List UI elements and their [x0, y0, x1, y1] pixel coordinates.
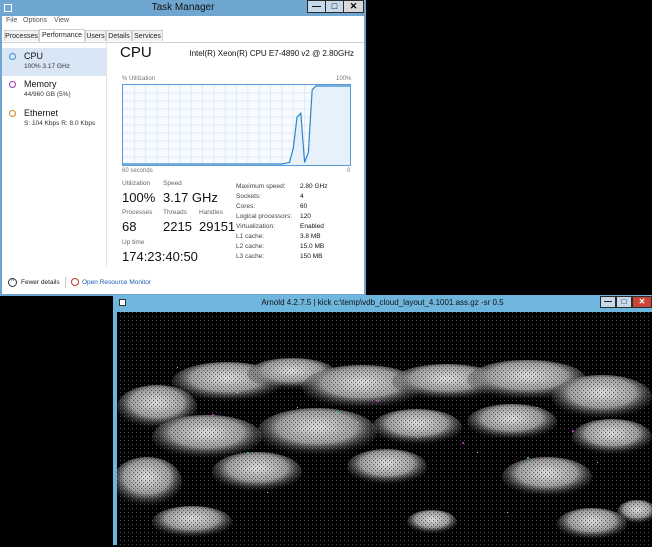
utilization-chart [123, 85, 350, 165]
arnold-render-window: Arnold 4.2.7.5 | kick c:\temp\vdb_cloud_… [112, 295, 652, 545]
title-bar[interactable]: Arnold 4.2.7.5 | kick c:\temp\vdb_cloud_… [113, 295, 652, 311]
uptime-value: 174:23:40:50 [122, 249, 198, 264]
threads-label: Threads [163, 209, 187, 216]
handles-value: 29151 [199, 219, 236, 234]
spec-value: 120 [300, 213, 311, 220]
maximize-button[interactable]: □ [616, 296, 632, 308]
cpu-model: Intel(R) Xeon(R) CPU E7-4890 v2 @ 2.80GH… [189, 49, 354, 58]
menu-view[interactable]: View [54, 17, 69, 24]
sidebar-item-detail: 44/960 GB (5%) [24, 91, 71, 98]
footer: ^ Fewer details Open Resource Monitor [2, 272, 364, 294]
spec-label: L2 cache: [236, 243, 265, 250]
tab-details[interactable]: Details [106, 30, 132, 41]
resource-sidebar: CPU 100% 3.17 GHz Memory 44/960 GB (5%) … [2, 43, 107, 266]
minimize-button[interactable]: — [307, 0, 326, 13]
divider [65, 277, 66, 288]
sidebar-item-label: CPU [24, 51, 44, 61]
sidebar-item-label: Ethernet [24, 108, 59, 118]
cloud-render-image [112, 312, 652, 545]
processes-label: Processes [122, 209, 153, 216]
close-button[interactable]: ✕ [343, 0, 364, 13]
graph-label: % Utilization [122, 76, 156, 82]
tab-services[interactable]: Services [132, 30, 163, 41]
sidebar-item-detail: 100% 3.17 GHz [24, 63, 70, 70]
cpu-utilization-graph [122, 84, 351, 166]
cpu-indicator-icon [9, 53, 16, 60]
graph-max-label: 100% [336, 76, 352, 82]
tab-users[interactable]: Users [85, 30, 106, 41]
collapse-chevron-icon[interactable]: ^ [8, 278, 17, 287]
handles-label: Handles [199, 209, 223, 216]
spec-label: Maximum speed: [236, 183, 286, 190]
menu-bar: File Options View [2, 16, 364, 28]
sidebar-item-label: Memory [24, 79, 57, 89]
render-viewport[interactable] [112, 312, 652, 545]
uptime-label: Up time [122, 239, 145, 246]
spec-label: Virtualization: [236, 223, 275, 230]
spec-value: 2.80 GHz [300, 183, 328, 190]
panel-title: CPU [120, 44, 152, 61]
menu-file[interactable]: File [6, 17, 17, 24]
spec-value: Enabled [300, 223, 324, 230]
maximize-button[interactable]: □ [325, 0, 344, 13]
spec-label: L3 cache: [236, 253, 265, 260]
spec-value: 15.0 MB [300, 243, 325, 250]
graph-min-label: 0 [347, 168, 351, 174]
graph-time-label: 60 seconds [122, 168, 153, 174]
title-bar[interactable]: Task Manager — □ ✕ [0, 0, 366, 16]
sidebar-item-ethernet[interactable]: Ethernet S: 104 Kbps R: 8.0 Kbps [2, 105, 106, 133]
close-button[interactable]: ✕ [632, 296, 652, 308]
ethernet-indicator-icon [9, 110, 16, 117]
spec-label: Sockets: [236, 193, 261, 200]
utilization-label: Utilization [122, 180, 151, 187]
spec-value: 150 MB [300, 253, 323, 260]
tab-strip: Processes Performance Users Details Serv… [2, 29, 364, 43]
window-title: Arnold 4.2.7.5 | kick c:\temp\vdb_cloud_… [261, 298, 504, 307]
spec-label: L1 cache: [236, 233, 265, 240]
threads-value: 2215 [163, 219, 192, 234]
spec-value: 3.8 MB [300, 233, 321, 240]
speed-value: 3.17 GHz [163, 190, 218, 205]
menu-options[interactable]: Options [23, 17, 47, 24]
spec-label: Logical processors: [236, 213, 292, 220]
cpu-performance-panel: CPU Intel(R) Xeon(R) CPU E7-4890 v2 @ 2.… [106, 43, 364, 266]
window-content: File Options View Processes Performance … [2, 16, 364, 294]
fewer-details-link[interactable]: Fewer details [21, 279, 60, 286]
minimize-button[interactable]: — [600, 296, 616, 308]
sidebar-item-cpu[interactable]: CPU 100% 3.17 GHz [2, 48, 106, 76]
processes-value: 68 [122, 219, 137, 234]
resource-monitor-icon [71, 278, 79, 286]
sidebar-item-memory[interactable]: Memory 44/960 GB (5%) [2, 76, 106, 104]
tab-processes[interactable]: Processes [4, 30, 39, 41]
spec-value: 60 [300, 203, 308, 210]
memory-indicator-icon [9, 81, 16, 88]
sidebar-item-detail: S: 104 Kbps R: 8.0 Kbps [24, 120, 96, 127]
speed-label: Speed [163, 180, 182, 187]
open-resource-monitor-link[interactable]: Open Resource Monitor [82, 279, 151, 286]
spec-value: 4 [300, 193, 304, 200]
task-manager-window: Task Manager — □ ✕ File Options View Pro… [0, 0, 366, 296]
tab-performance[interactable]: Performance [39, 29, 85, 42]
spec-label: Cores: [236, 203, 256, 210]
utilization-value: 100% [122, 190, 156, 205]
